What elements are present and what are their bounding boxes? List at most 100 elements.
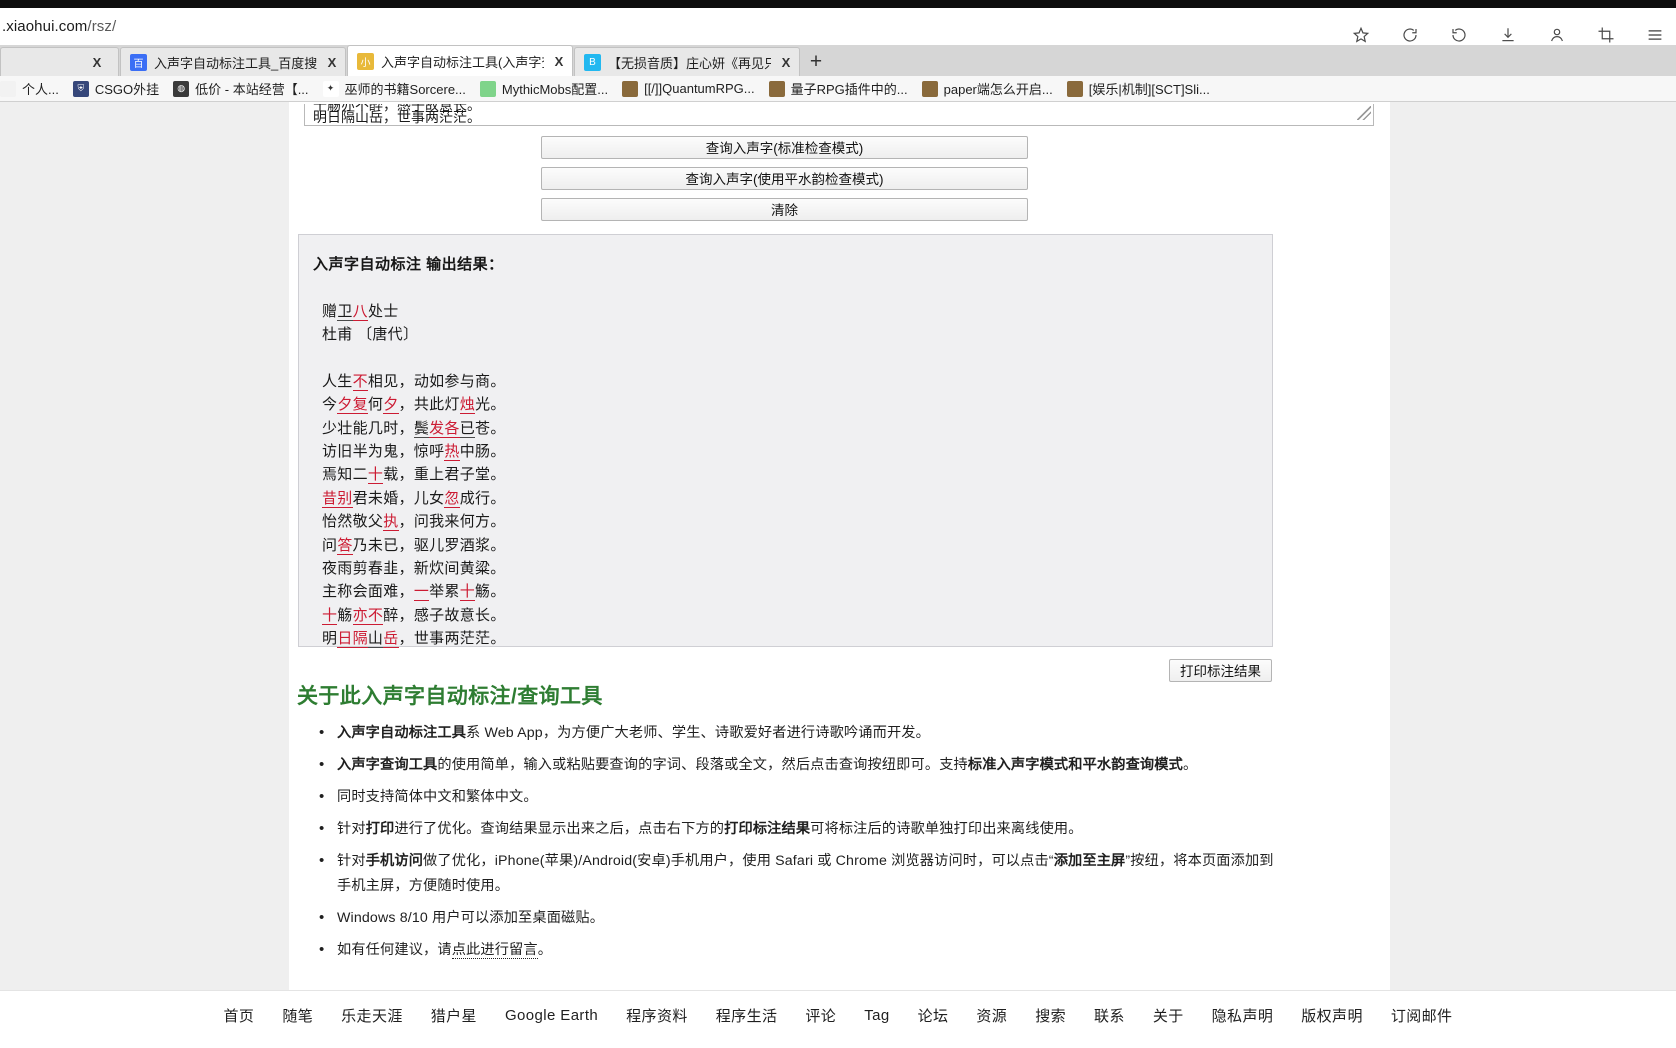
plain-char: 相见，动如参与商。 [367,372,506,390]
query-pingshui-button[interactable]: 查询入声字(使用平水韵检查模式) [541,167,1028,190]
browser-tab-3[interactable]: B 【无损音质】庄心妍《再见只是 X [574,47,800,76]
entering-tone-char: 十 [322,606,338,625]
tab-close-icon[interactable]: X [552,54,566,69]
footer-link[interactable]: 隐私声明 [1212,1005,1274,1026]
browser-tab-0[interactable]: X [0,47,119,76]
bookmark-item[interactable]: ◍ 低价 - 本站经营【... [166,78,315,100]
footer-link[interactable]: 资源 [976,1005,1007,1026]
plain-char: 光。 [475,396,506,414]
entering-tone-char: 忽 [444,489,460,508]
bookmark-favicon-icon [479,80,496,97]
entering-tone-char: 十 [367,466,384,485]
url-display[interactable]: .xiaohui.com/rsz/ [0,18,116,35]
about-section: 关于此入声字自动标注/查询工具 入声字自动标注工具系 Web App，为方便广大… [297,680,1287,970]
bookmark-item[interactable]: MythicMobs配置... [473,78,615,100]
marked-char: 卫 [337,303,353,321]
screenshot-crop-icon[interactable] [1595,24,1617,46]
browser-tab-2-active[interactable]: 小 入声字自动标注工具(入声字查 X [347,45,573,76]
bookmark-item[interactable]: ⛨ CSGO外挂 [66,78,166,100]
browser-tab-1[interactable]: 百 入声字自动标注工具_百度搜索 X [120,47,346,76]
tab-favicon-xiaohui: 小 [357,52,374,70]
plain-char: ，世事两茫茫。 [398,630,506,648]
plain-char: 觞 [337,606,353,624]
tab-close-icon[interactable]: X [325,55,339,70]
plain-char: 成行。 [459,489,506,507]
marked-char: 已 [459,419,476,438]
menu-icon[interactable] [1644,24,1666,46]
bookmark-item[interactable]: ✦ 巫师的书籍Sorcere... [316,78,473,100]
about-title: 关于此入声字自动标注/查询工具 [297,685,603,708]
footer-link[interactable]: 猎户星 [431,1005,477,1026]
footer-link[interactable]: Google Earth [505,1007,598,1024]
tab-close-icon[interactable]: X [779,55,793,70]
entering-tone-char: 夕复 [337,396,368,415]
footer-link[interactable]: 订阅邮件 [1391,1005,1453,1026]
tab-favicon-baidu: 百 [130,53,147,71]
entering-tone-char: 答 [337,536,353,555]
minecraft-block-icon [1066,80,1083,97]
download-icon[interactable] [1497,24,1519,46]
plain-char: 何 [367,396,384,414]
bookmark-label: paper端怎么开启... [943,82,1053,97]
bookmark-favicon-icon: ✦ [322,80,339,97]
poem-line: 焉知二十载，重上君子堂。 [322,463,1272,486]
footer-link[interactable]: 联系 [1094,1005,1125,1026]
tab-close-icon[interactable]: X [90,55,104,70]
entering-tone-char: 日隔 [337,630,368,649]
profile-icon[interactable] [1546,24,1568,46]
plain-char: 今 [322,396,338,414]
about-list-item: 针对打印进行了优化。查询结果显示出来之后，点击右下方的打印标注结果可将标注后的诗… [319,816,1287,842]
entering-tone-char: 亦不 [352,606,384,625]
bookmark-item[interactable]: 量子RPG插件中的... [762,78,915,100]
footer-link[interactable]: 首页 [224,1005,255,1026]
bookmark-item[interactable]: [娱乐|机制][SCT]Sli... [1060,78,1217,100]
entering-tone-char: 岳 [383,630,399,649]
about-list-item: 同时支持简体中文和繁体中文。 [319,784,1287,810]
page-footer: 首页 随笔 乐走天涯 猎户星 Google Earth 程序资料 程序生活 评论 Tag 论坛 资源… [0,990,1676,1048]
browser-url-bar[interactable]: .xiaohui.com/rsz/ [0,8,1676,45]
bookmark-label: [娱乐|机制][SCT]Sli... [1088,82,1210,97]
clear-button[interactable]: 清除 [541,198,1028,221]
page-viewport: 十觞亦不醉，感子故意长。 明日隔山岳，世事两茫茫。 查询入声字(标准检查模式) … [0,102,1676,1048]
plain-char: 少壮能几时， [322,419,414,437]
query-button-stack: 查询入声字(标准检查模式) 查询入声字(使用平水韵检查模式) 清除 [541,136,1028,229]
plain-char: 夜雨剪春韭，新炊间黄粱。 [322,560,506,578]
footer-link[interactable]: 关于 [1153,1005,1184,1026]
plain-char: 焉知二 [322,466,368,484]
history-icon[interactable] [1448,24,1470,46]
entering-tone-char: 发各 [429,419,460,438]
feedback-link[interactable]: 点此进行留言 [451,942,538,959]
about-list-item: Windows 8/10 用户可以添加至桌面磁贴。 [319,905,1287,931]
bookmark-star-icon[interactable] [1350,24,1372,46]
poem-line: 人生不相见，动如参与商。 [322,370,1272,393]
entering-tone-char: 夕 [383,396,399,415]
footer-link[interactable]: 评论 [805,1005,836,1026]
bookmark-item[interactable]: 个人... [0,78,66,100]
footer-link[interactable]: 搜索 [1035,1005,1066,1026]
sync-icon[interactable] [1399,24,1421,46]
minecraft-block-icon [768,80,785,97]
entering-tone-char: 十 [459,583,476,602]
new-tab-button[interactable]: + [801,47,831,76]
bookmark-label: 个人... [22,82,59,97]
bookmark-label: CSGO外挂 [94,82,160,97]
footer-link[interactable]: 论坛 [918,1005,949,1026]
footer-link[interactable]: 程序资料 [626,1005,688,1026]
footer-link[interactable]: 版权声明 [1301,1005,1363,1026]
tab-strip: X 百 入声字自动标注工具_百度搜索 X 小 入声字自动标注工具(入声字查 X … [0,45,1676,76]
footer-link[interactable]: Tag [864,1007,889,1024]
footer-link[interactable]: 随笔 [282,1005,313,1026]
input-textarea[interactable]: 十觞亦不醉，感子故意长。 明日隔山岳，世事两茫茫。 [304,104,1374,126]
bookmark-label: 巫师的书籍Sorcere... [344,82,466,97]
plain-char: 主称会面难， [322,583,414,601]
footer-link[interactable]: 程序生活 [716,1005,778,1026]
print-result-button[interactable]: 打印标注结果 [1169,659,1272,682]
bookmark-item[interactable]: [[/]]QuantumRPG... [615,78,762,100]
query-standard-button[interactable]: 查询入声字(标准检查模式) [541,136,1028,159]
plain-char: 访旧半为鬼，惊呼 [322,443,445,461]
footer-link[interactable]: 乐走天涯 [341,1005,403,1026]
bookmark-favicon-icon [0,80,16,97]
bookmark-item[interactable]: paper端怎么开启... [915,78,1060,100]
textarea-resize-grip-icon[interactable] [1357,106,1371,120]
plain-char: 举累 [429,583,460,601]
